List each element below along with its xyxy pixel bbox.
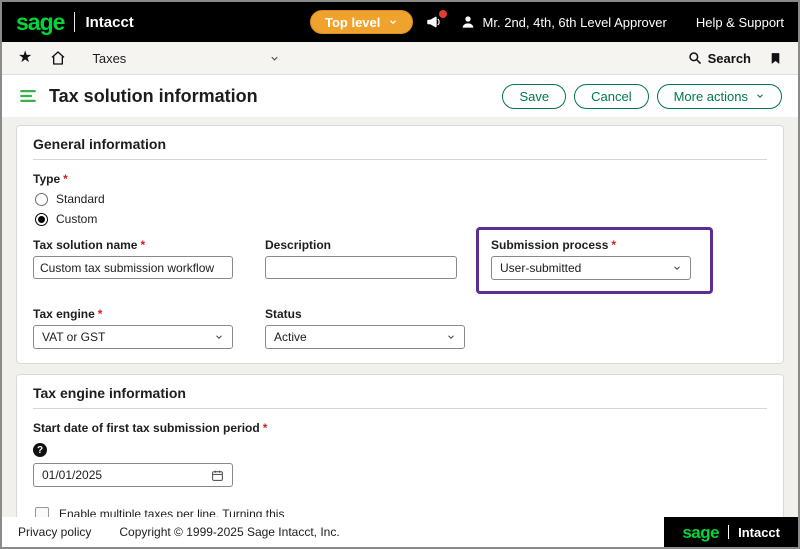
footer-brand: sage Intacct xyxy=(664,517,798,547)
tax-engine-value: VAT or GST xyxy=(42,330,105,344)
multiple-taxes-label: Enable multiple taxes per line. Turning … xyxy=(59,505,287,517)
status-label: Status xyxy=(265,307,491,321)
status-field: Status Active xyxy=(265,307,491,349)
notification-badge xyxy=(439,10,447,18)
multiple-taxes-checkbox[interactable] xyxy=(35,507,49,517)
list-menu-icon[interactable] xyxy=(18,87,38,105)
page-header: Tax solution information Save Cancel Mor… xyxy=(2,75,798,117)
home-icon[interactable] xyxy=(50,50,66,66)
top-header: sage Intacct Top level Mr. 2nd, 4th, 6th xyxy=(2,2,798,42)
help-support-link[interactable]: Help & Support xyxy=(696,15,784,30)
privacy-policy-link[interactable]: Privacy policy xyxy=(18,525,91,539)
app-window: sage Intacct Top level Mr. 2nd, 4th, 6th xyxy=(0,0,800,549)
tax-engine-select[interactable]: VAT or GST xyxy=(33,325,233,349)
submission-process-select[interactable]: User-submitted xyxy=(491,256,691,280)
tax-engine-field: Tax engine* VAT or GST xyxy=(33,307,265,349)
required-marker: * xyxy=(611,238,616,252)
calendar-icon[interactable] xyxy=(211,469,224,482)
radio-custom[interactable]: Custom xyxy=(35,212,767,226)
chevron-down-icon xyxy=(672,263,682,273)
chevron-down-icon xyxy=(446,332,456,342)
tax-solution-name-label: Tax solution name* xyxy=(33,238,265,252)
chevron-down-icon xyxy=(214,332,224,342)
radio-standard-control[interactable] xyxy=(35,193,48,206)
status-value: Active xyxy=(274,330,307,344)
save-button[interactable]: Save xyxy=(502,84,566,109)
favorite-star-icon[interactable]: ★ xyxy=(18,50,32,66)
brand-divider xyxy=(728,525,729,539)
bookmark-icon[interactable] xyxy=(769,51,782,66)
product-name: Intacct xyxy=(85,14,133,31)
top-level-button[interactable]: Top level xyxy=(310,10,413,34)
tax-engine-information-card: Tax engine information Start date of fir… xyxy=(16,374,784,517)
page-title: Tax solution information xyxy=(49,86,258,107)
required-marker: * xyxy=(98,307,103,321)
radio-standard[interactable]: Standard xyxy=(35,192,767,206)
brand-divider xyxy=(74,12,75,32)
section-title-general: General information xyxy=(33,136,767,160)
description-input[interactable] xyxy=(265,256,457,279)
sage-logo: sage xyxy=(16,11,64,34)
brand: sage Intacct xyxy=(16,11,134,34)
module-dropdown-label: Taxes xyxy=(92,51,126,66)
chevron-down-icon xyxy=(388,17,398,27)
header-right: Mr. 2nd, 4th, 6th Level Approver Help & … xyxy=(425,13,784,31)
cancel-label: Cancel xyxy=(591,89,631,104)
tax-solution-name-field: Tax solution name* xyxy=(33,238,265,279)
save-label: Save xyxy=(519,89,549,104)
submission-process-value: User-submitted xyxy=(500,261,581,275)
multiple-taxes-row: Enable multiple taxes per line. Turning … xyxy=(35,505,767,517)
chevron-down-icon xyxy=(755,91,765,101)
product-name: Intacct xyxy=(738,525,780,540)
user-menu[interactable]: Mr. 2nd, 4th, 6th Level Approver xyxy=(460,14,667,30)
more-actions-button[interactable]: More actions xyxy=(657,84,782,109)
submission-process-label: Submission process* xyxy=(491,238,698,252)
start-date-field: Start date of first tax submission perio… xyxy=(33,421,767,487)
start-date-value: 01/01/2025 xyxy=(42,468,102,482)
radio-custom-label: Custom xyxy=(56,212,97,226)
top-level-label: Top level xyxy=(325,15,380,30)
required-marker: * xyxy=(63,172,68,186)
required-marker: * xyxy=(140,238,145,252)
radio-standard-label: Standard xyxy=(56,192,105,206)
module-dropdown[interactable]: Taxes xyxy=(92,51,280,66)
status-select[interactable]: Active xyxy=(265,325,465,349)
page-footer: Privacy policy Copyright © 1999-2025 Sag… xyxy=(2,517,798,547)
page-actions: Save Cancel More actions xyxy=(502,84,782,109)
radio-custom-control[interactable] xyxy=(35,213,48,226)
section-title-tax-engine: Tax engine information xyxy=(33,385,767,409)
help-icon[interactable]: ? xyxy=(33,443,47,457)
secondary-navbar: ★ Taxes Search xyxy=(2,42,798,75)
description-field: Description xyxy=(265,238,491,279)
search-icon xyxy=(688,51,702,65)
tax-solution-name-input[interactable] xyxy=(33,256,233,279)
start-date-input[interactable]: 01/01/2025 xyxy=(33,463,233,487)
search-button[interactable]: Search xyxy=(688,51,751,66)
required-marker: * xyxy=(263,421,268,435)
chevron-down-icon xyxy=(269,53,280,64)
start-date-label: Start date of first tax submission perio… xyxy=(33,421,767,435)
submission-process-highlight: Submission process* User-submitted xyxy=(476,227,713,294)
navbar-right: Search xyxy=(688,51,782,66)
general-information-card: General information Type* Standard Custo… xyxy=(16,125,784,364)
main-content: General information Type* Standard Custo… xyxy=(2,117,798,517)
tax-engine-label: Tax engine* xyxy=(33,307,265,321)
description-label: Description xyxy=(265,238,491,252)
type-label: Type* xyxy=(33,172,767,186)
more-actions-label: More actions xyxy=(674,89,748,104)
user-name: Mr. 2nd, 4th, 6th Level Approver xyxy=(483,15,667,30)
user-icon xyxy=(460,14,476,30)
announcements-button[interactable] xyxy=(425,13,443,31)
search-label: Search xyxy=(708,51,751,66)
cancel-button[interactable]: Cancel xyxy=(574,84,648,109)
copyright-text: Copyright © 1999-2025 Sage Intacct, Inc. xyxy=(119,525,339,539)
sage-logo: sage xyxy=(682,524,719,541)
